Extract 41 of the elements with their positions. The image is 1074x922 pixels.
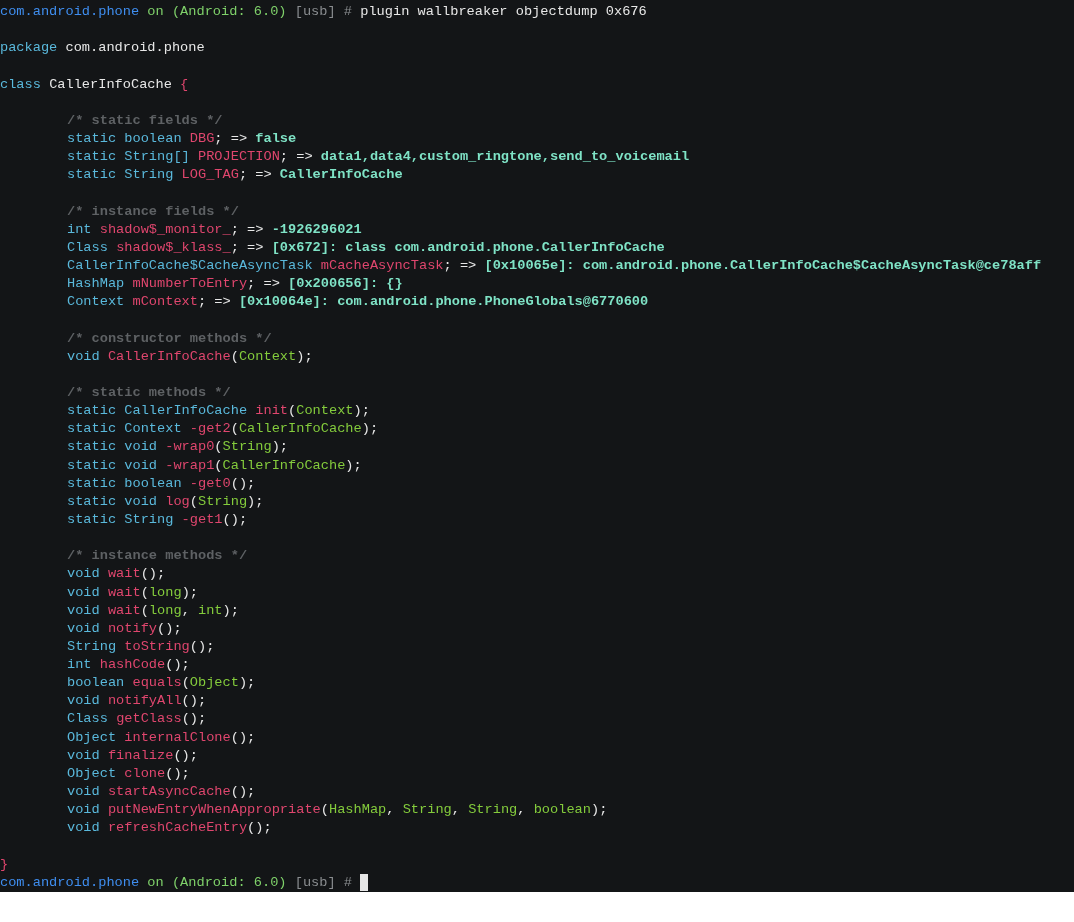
terminal-line: static Context -get2(CallerInfoCache);	[67, 420, 379, 439]
terminal-line: static void log(String);	[67, 492, 264, 511]
terminal-line: static CallerInfoCache init(Context);	[67, 402, 370, 421]
terminal-line: Class shadow$_klass_; => [0x672]: class com.android.phone.CallerInfoCache	[67, 238, 665, 257]
terminal-line: }	[0, 855, 9, 874]
terminal-line: Class getClass();	[67, 710, 207, 729]
terminal-line: void finalize();	[67, 746, 198, 765]
terminal-line: /* constructor methods */	[67, 329, 272, 348]
terminal-line: static String -get1();	[67, 510, 248, 529]
terminal-line: void CallerInfoCache(Context);	[67, 347, 313, 366]
terminal-line: void refreshCacheEntry();	[67, 819, 272, 838]
terminal-line: Context mContext; => [0x10064e]: com.android.phone.PhoneGlobals@6770600	[67, 293, 649, 312]
terminal-line: void startAsyncCache();	[67, 783, 256, 802]
terminal-line: static boolean -get0();	[67, 474, 256, 493]
terminal-line: void wait();	[67, 565, 166, 584]
terminal-line: /* static fields */	[67, 111, 223, 130]
terminal-line: /* instance methods */	[67, 547, 248, 566]
terminal-line: void wait(long, int);	[67, 601, 239, 620]
terminal-line: com.android.phone on (Android: 6.0) [usb] # plugin wallbreaker objectdump 0x676	[0, 3, 647, 21]
terminal-line: void wait(long);	[67, 583, 198, 602]
terminal-line: package com.android.phone	[0, 39, 205, 58]
terminal-line: static void -wrap1(CallerInfoCache);	[67, 456, 362, 475]
terminal-line: CallerInfoCache$CacheAsyncTask mCacheAsyncTask; => [0x10065e]: com.android.phone.CallerInfoCache$CacheAsyncTask@ce78aff	[67, 256, 1042, 275]
terminal-line: Object clone();	[67, 764, 190, 783]
terminal-line: static String[] PROJECTION; => data1,data4,custom_ringtone,send_to_voicemail	[67, 148, 690, 167]
terminal-line: static String LOG_TAG; => CallerInfoCache	[67, 166, 403, 185]
terminal-line: /* instance fields */	[67, 202, 239, 221]
terminal-line: int shadow$_monitor_; => -1926296021	[67, 220, 362, 239]
terminal-line: int hashCode();	[67, 656, 190, 675]
terminal-line: String toString();	[67, 637, 215, 656]
terminal-line: void notify();	[67, 619, 182, 638]
terminal-line: HashMap mNumberToEntry; => [0x200656]: {}	[67, 275, 403, 294]
terminal-line: void putNewEntryWhenAppropriate(HashMap, String, String, boolean);	[67, 801, 608, 820]
terminal-line: /* static methods */	[67, 383, 231, 402]
terminal-line: void notifyAll();	[67, 692, 207, 711]
terminal-line: static boolean DBG; => false	[67, 130, 297, 148]
terminal-line: boolean equals(Object);	[67, 674, 256, 693]
terminal-line: class CallerInfoCache {	[0, 75, 189, 94]
terminal-line: Object internalClone();	[67, 728, 256, 747]
terminal-line: com.android.phone on (Android: 6.0) [usb] #	[0, 873, 352, 892]
terminal-line: static void -wrap0(String);	[67, 438, 289, 457]
